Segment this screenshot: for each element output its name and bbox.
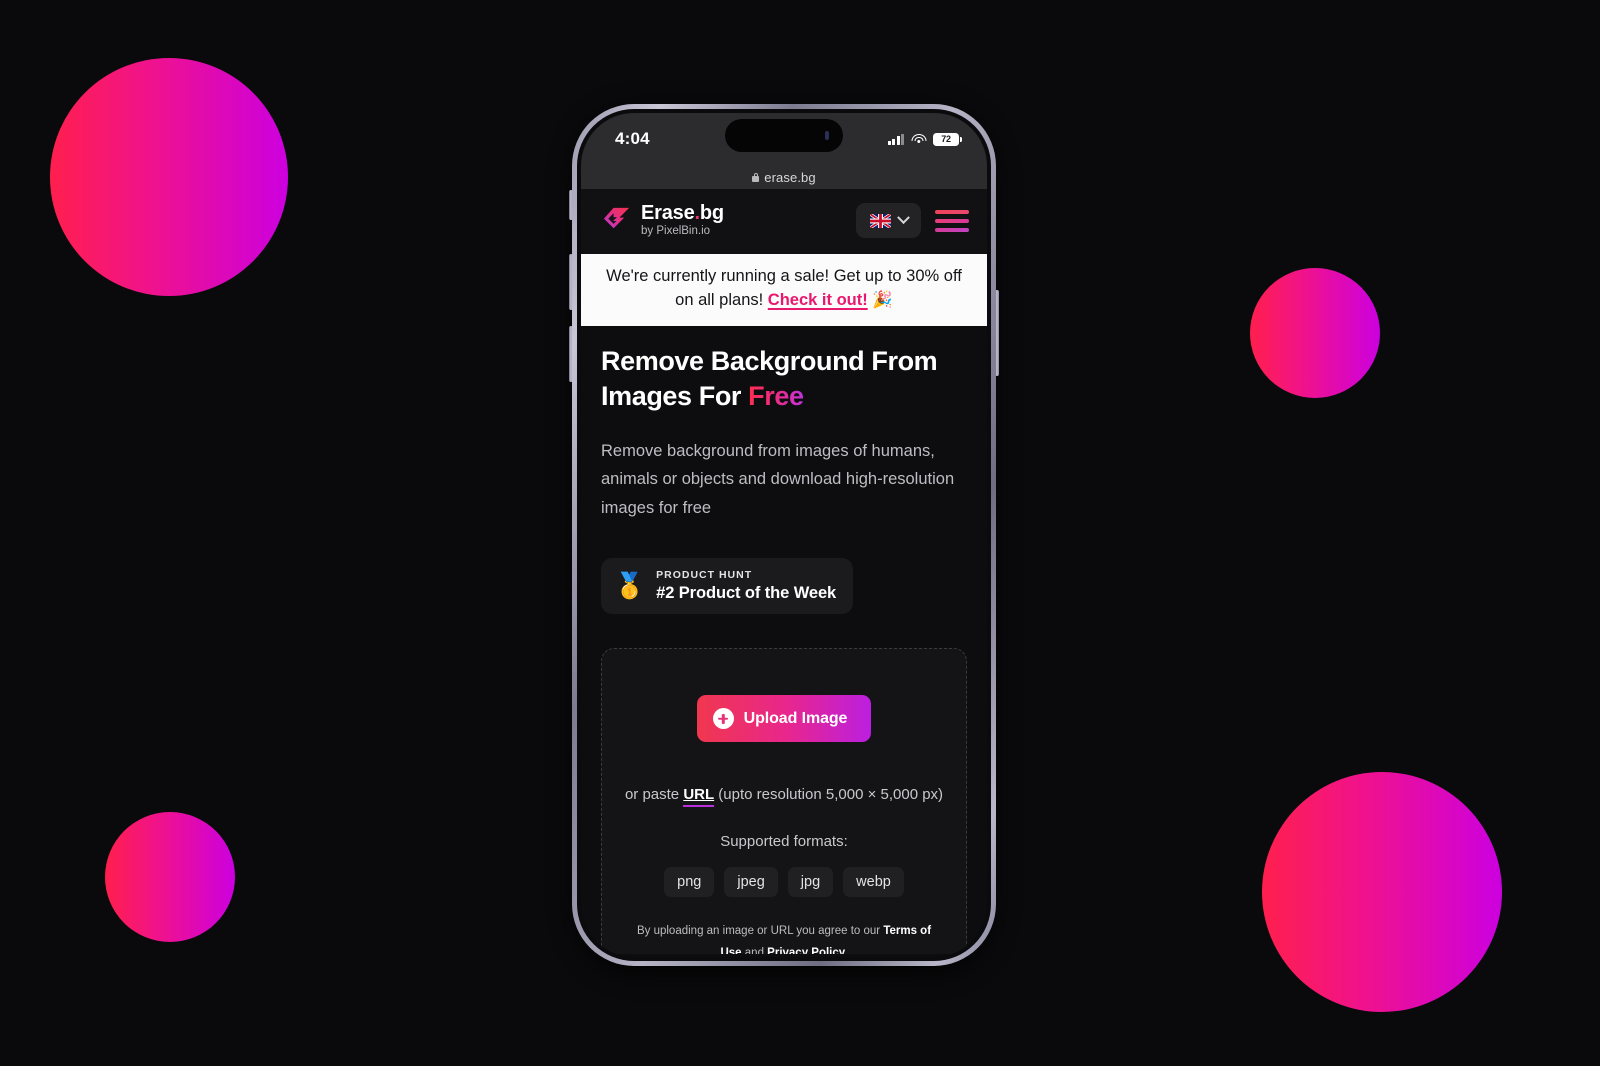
status-time: 4:04 <box>615 129 650 148</box>
decorative-circle-top-left <box>50 58 288 296</box>
dynamic-island <box>725 119 843 152</box>
product-hunt-text: PRODUCT HUNT #2 Product of the Week <box>656 569 836 603</box>
paste-prefix: or paste <box>624 786 684 804</box>
decorative-circle-bottom-left <box>105 812 235 942</box>
format-chip: jpeg <box>724 867 778 898</box>
phone-mockup: 4:04 72 erase.bg Erase.bg by PixelBin.io… <box>569 104 999 972</box>
language-selector[interactable] <box>856 203 921 238</box>
uk-flag-icon <box>869 213 891 228</box>
erase-bg-logo-icon <box>603 207 630 229</box>
format-chip: png <box>664 867 715 898</box>
terms-middle: and <box>741 947 768 954</box>
upload-dropzone[interactable]: Upload Image or paste URL (upto resoluti… <box>601 648 967 954</box>
phone-frame: 4:04 72 erase.bg Erase.bg by PixelBin.io… <box>572 104 996 966</box>
battery-percent-label: 72 <box>941 134 951 144</box>
plus-circle-icon <box>712 708 734 730</box>
privacy-policy-link[interactable]: Privacy Policy. <box>767 947 847 954</box>
battery-icon: 72 <box>933 132 962 146</box>
url-text: erase.bg <box>764 169 816 185</box>
party-popper-icon: 🎉 <box>872 290 893 309</box>
sale-banner: We're currently running a sale! Get up t… <box>581 254 987 326</box>
product-hunt-label: PRODUCT HUNT <box>656 569 753 582</box>
supported-formats-label: Supported formats: <box>720 833 848 851</box>
terms-prefix: By uploading an image or URL you agree t… <box>636 925 884 938</box>
phone-screen: 4:04 72 erase.bg Erase.bg by PixelBin.io… <box>581 113 987 957</box>
browser-url-bar[interactable]: erase.bg <box>581 165 987 189</box>
wifi-icon <box>911 133 926 145</box>
header-actions <box>856 203 969 238</box>
medal-icon: 🥇 <box>614 571 646 600</box>
upload-image-button[interactable]: Upload Image <box>696 695 872 743</box>
status-icons: 72 <box>887 132 962 146</box>
page-content: Remove Background From Images For Free R… <box>581 325 987 954</box>
format-chip: jpg <box>787 867 834 898</box>
paste-url-link[interactable]: URL <box>683 786 715 808</box>
home-indicator-area <box>581 953 987 957</box>
page-title-highlight: Free <box>748 381 804 412</box>
site-header: Erase.bg by PixelBin.io <box>581 189 987 254</box>
status-bar: 4:04 72 <box>581 113 987 165</box>
page-title: Remove Background From Images For Free <box>601 345 938 412</box>
brand-logo[interactable]: Erase.bg by PixelBin.io <box>601 203 724 238</box>
decorative-circle-bottom-right <box>1262 772 1502 1012</box>
terms-notice: By uploading an image or URL you agree t… <box>616 921 952 954</box>
front-camera-icon <box>825 131 829 140</box>
format-chip: webp <box>843 867 904 898</box>
chevron-down-icon <box>896 211 910 225</box>
product-hunt-badge[interactable]: 🥇 PRODUCT HUNT #2 Product of the Week <box>601 558 854 615</box>
sale-banner-link[interactable]: Check it out! <box>768 291 868 309</box>
supported-formats-list: png jpeg jpg webp <box>616 867 952 898</box>
phone-bezel: 4:04 72 erase.bg Erase.bg by PixelBin.io… <box>577 109 991 961</box>
paste-suffix: (upto resolution 5,000 × 5,000 px) <box>714 786 944 804</box>
brand-name: Erase.bg <box>641 202 724 225</box>
cellular-signal-icon <box>887 133 904 145</box>
brand-text: Erase.bg by PixelBin.io <box>641 203 724 238</box>
brand-subtitle: by PixelBin.io <box>641 225 711 238</box>
page-subtitle: Remove background from images of humans,… <box>601 442 955 517</box>
product-hunt-title: #2 Product of the Week <box>656 584 837 603</box>
decorative-circle-middle-right <box>1250 268 1380 398</box>
hamburger-menu-icon[interactable] <box>935 209 969 232</box>
paste-url-line: or paste URL (upto resolution 5,000 × 5,… <box>616 786 952 808</box>
lock-icon <box>752 172 760 182</box>
upload-button-label: Upload Image <box>743 709 848 727</box>
